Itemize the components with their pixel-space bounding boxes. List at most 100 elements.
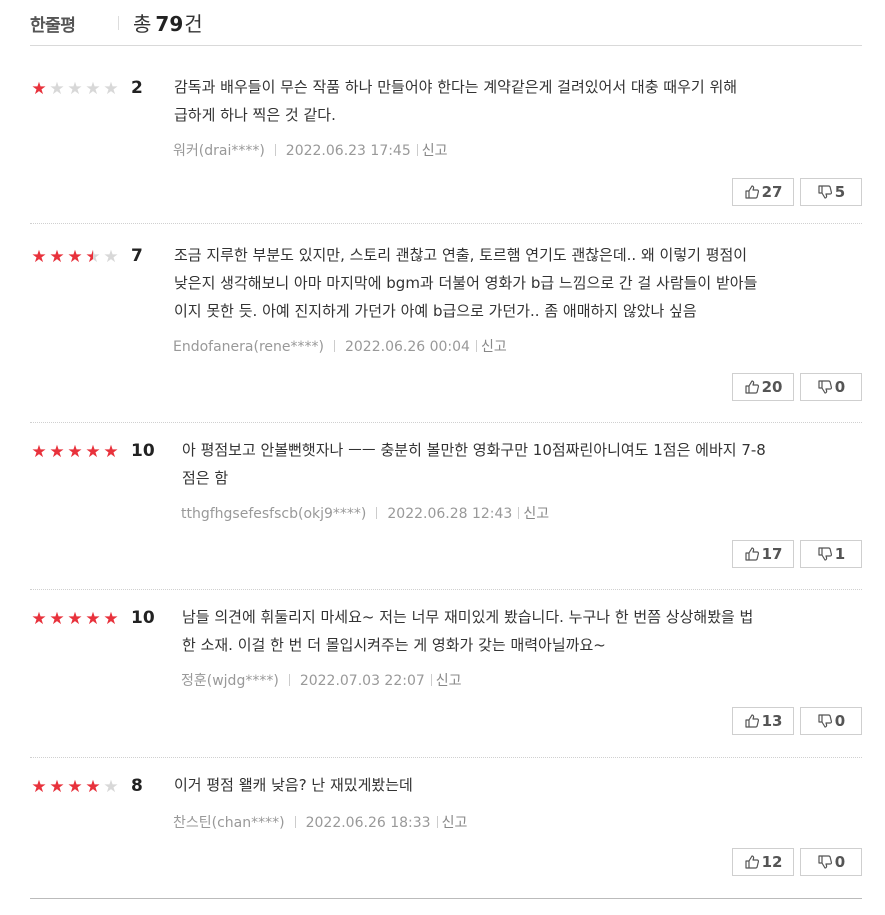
star-icon: ★ [85,79,101,99]
star-icon: ★ [85,609,101,629]
divider [118,16,119,30]
thumbs-up-icon [744,545,762,563]
dislike-button[interactable]: 0 [800,848,862,876]
review-item: ★ ★ ★ ★ ★ 10 아 평점보고 안볼뻔햇자나 ㅡㅡ 충분히 볼만한 영화구만 1… [30,422,862,590]
divider [294,816,296,828]
review-section: 한줄평 총 79건 ★ ★ ★ ★ ★ 2 감독과 배우들이 무슨 작품 하나 만들어야 … [0,0,885,915]
thumbs-down-icon [817,853,835,871]
vote-buttons: 27 5 [726,178,862,206]
vote-buttons: 12 0 [726,848,862,876]
total-prefix: 총 [133,12,152,36]
report-link[interactable]: 신고 [422,143,448,159]
divider [288,674,290,686]
report-link[interactable]: 신고 [523,506,549,522]
dislike-count: 0 [834,378,846,396]
review-score: 7 [131,246,143,266]
report-link[interactable]: 신고 [442,815,468,831]
thumbs-up-icon [744,183,762,201]
divider [475,340,477,352]
star-icon: ★ [67,442,83,462]
thumbs-down-icon [817,378,835,396]
like-count: 20 [761,378,783,396]
total-number: 79 [155,12,184,36]
review-score: 10 [131,441,155,461]
review-date: 2022.06.28 12:43 [387,506,513,522]
total-unit: 건 [184,12,203,36]
star-icon: ★ [85,442,101,462]
divider [416,144,418,156]
review-author: 워커(drai****) [173,143,265,159]
star-rating: ★ ★ ★ ★ ★ [30,248,120,266]
star-icon: ★ [49,247,65,267]
review-score: 10 [131,608,155,628]
report-link[interactable]: 신고 [436,673,462,689]
star-icon: ★ [103,79,119,99]
review-author: 찬스틴(chan****) [173,815,285,831]
star-icon: ★ [85,777,101,797]
review-text: 남들 의견에 휘둘리지 마세요~ 저는 너무 재미있게 봤습니다. 누구나 한 … [182,608,754,654]
like-button[interactable]: 13 [732,707,794,735]
thumbs-down-icon [817,712,835,730]
divider [430,674,432,686]
star-icon: ★ [85,247,101,267]
like-button[interactable]: 12 [732,848,794,876]
dislike-button[interactable]: 0 [800,373,862,401]
thumbs-up-icon [744,378,762,396]
star-icon: ★ [103,247,119,267]
star-icon: ★ [49,777,65,797]
dislike-count: 1 [834,545,846,563]
vote-buttons: 17 1 [726,540,862,568]
like-count: 13 [761,712,783,730]
like-button[interactable]: 17 [732,540,794,568]
review-header: 한줄평 총 79건 [30,0,862,46]
vote-buttons: 13 0 [726,707,862,735]
review-text: 감독과 배우들이 무슨 작품 하나 만들어야 한다는 계약같은게 걸려있어서 대… [174,78,738,124]
report-link[interactable]: 신고 [481,339,507,355]
star-icon: ★ [31,247,47,267]
star-icon: ★ [103,777,119,797]
review-date: 2022.06.26 00:04 [344,339,470,355]
dislike-button[interactable]: 1 [800,540,862,568]
review-meta: 정훈(wjdg****) 2022.07.03 22:07 신고 [181,670,462,690]
review-author: Endofanera(rene****) [173,339,324,355]
review-meta: tthgfhgsefesfscb(okj9****) 2022.06.28 12:… [181,503,549,523]
vote-buttons: 20 0 [726,373,862,401]
review-author: tthgfhgsefesfscb(okj9****) [181,506,367,522]
star-icon: ★ [103,442,119,462]
review-meta: 찬스틴(chan****) 2022.06.26 18:33 신고 [173,812,467,832]
thumbs-up-icon [744,853,762,871]
divider [274,144,276,156]
star-icon: ★ [67,777,83,797]
dislike-button[interactable]: 5 [800,178,862,206]
review-item: ★ ★ ★ ★ ★ 7 조금 지루한 부분도 있지만, 스토리 괜찮고 연출, 토르햄 … [30,223,862,423]
like-button[interactable]: 27 [732,178,794,206]
review-text: 아 평점보고 안볼뻔햇자나 ㅡㅡ 충분히 볼만한 영화구만 10점짜린아니여도 … [182,441,766,487]
divider [518,507,520,519]
dislike-count: 5 [834,183,846,201]
thumbs-down-icon [817,183,835,201]
star-icon: ★ [31,79,47,99]
dislike-count: 0 [834,712,846,730]
thumbs-down-icon [817,545,835,563]
like-button[interactable]: 20 [732,373,794,401]
thumbs-up-icon [744,712,762,730]
divider [436,816,438,828]
star-rating: ★ ★ ★ ★ ★ [30,80,120,98]
review-score: 8 [131,776,143,796]
star-icon: ★ [31,609,47,629]
section-title: 한줄평 [30,16,76,36]
star-icon: ★ [103,609,119,629]
dislike-button[interactable]: 0 [800,707,862,735]
review-text: 조금 지루한 부분도 있지만, 스토리 괜찮고 연출, 토르햄 연기도 괜찮은데… [174,246,758,320]
like-count: 12 [761,853,783,871]
star-icon: ★ [31,777,47,797]
star-icon: ★ [49,442,65,462]
review-date: 2022.06.26 18:33 [305,815,431,831]
total-count: 총 79건 [133,8,203,37]
star-rating: ★ ★ ★ ★ ★ [30,610,120,628]
star-rating: ★ ★ ★ ★ ★ [30,443,120,461]
divider [333,340,335,352]
star-icon: ★ [67,609,83,629]
review-score: 2 [131,78,143,98]
review-date: 2022.06.23 17:45 [285,143,411,159]
